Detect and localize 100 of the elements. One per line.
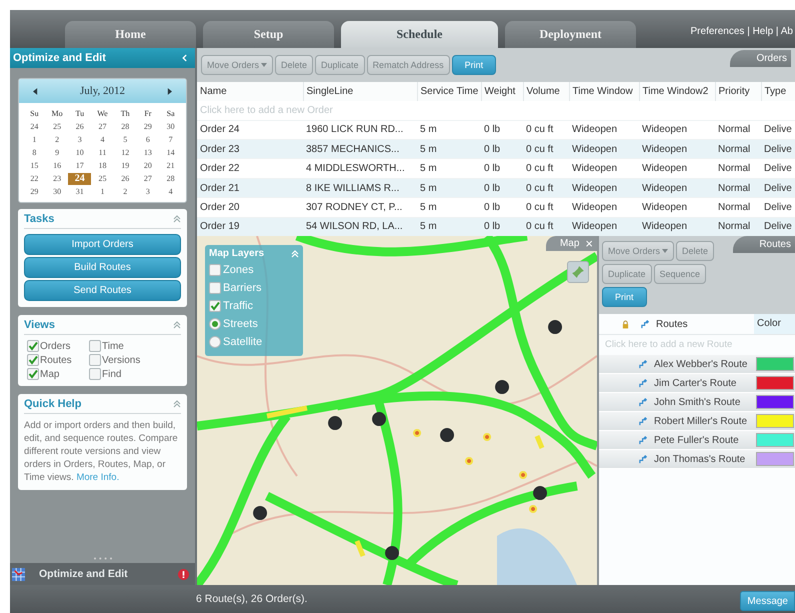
layer-radio[interactable] (209, 336, 221, 348)
view-checkbox[interactable] (89, 354, 101, 366)
route-color-swatch[interactable] (756, 395, 794, 409)
calendar-day[interactable]: 11 (91, 147, 114, 159)
layer-label: Streets (223, 318, 258, 330)
calendar-day[interactable]: 14 (159, 147, 182, 159)
column-header[interactable]: Time Window2 (639, 82, 715, 102)
calendar-day[interactable]: 3 (68, 134, 92, 146)
main-tab[interactable]: Setup (203, 21, 334, 48)
layer-checkbox[interactable] (209, 282, 221, 294)
table-cell: Wideopen (639, 217, 715, 236)
calendar-day[interactable]: 12 (114, 147, 137, 159)
table-cell: 0 cu ft (523, 178, 569, 198)
calendar-day[interactable]: 29 (136, 121, 160, 133)
route-color-swatch[interactable] (756, 376, 794, 390)
view-checkbox[interactable] (27, 340, 39, 352)
calendar-day[interactable]: 4 (159, 186, 182, 198)
grid-icon (12, 568, 25, 580)
calendar-day[interactable]: 13 (136, 147, 160, 159)
column-header[interactable]: Type (761, 82, 795, 102)
view-checkbox[interactable] (89, 368, 101, 380)
table-cell: 3857 MECHANICS... (303, 140, 417, 159)
calendar-day[interactable]: 28 (159, 173, 182, 185)
calendar-day[interactable]: 19 (114, 160, 137, 172)
pin-button[interactable] (567, 261, 589, 283)
calendar-day[interactable]: 28 (114, 121, 137, 133)
calendar-day[interactable]: 1 (91, 186, 114, 198)
table-cell: 0 lb (481, 140, 523, 159)
collapse-icon[interactable] (173, 215, 181, 223)
layer-radio[interactable] (209, 318, 221, 330)
previous-month-icon[interactable] (33, 88, 38, 94)
column-header[interactable]: Service Time (417, 82, 481, 102)
table-cell: Order 21 (197, 178, 303, 198)
calendar-day[interactable]: 2 (114, 186, 137, 198)
table-cell: Order 23 (197, 140, 303, 159)
workspace-bar[interactable]: Optimize and Edit (10, 563, 195, 585)
calendar-day[interactable]: 15 (23, 160, 46, 172)
header-links[interactable]: Preferences | Help | Ab (690, 26, 793, 37)
calendar-day[interactable]: 27 (136, 173, 160, 185)
main-tab[interactable]: Home (65, 21, 196, 48)
collapse-icon[interactable] (173, 400, 181, 408)
column-header[interactable]: SingleLine (303, 82, 417, 102)
calendar-day[interactable]: 23 (46, 173, 68, 185)
calendar-day[interactable]: 27 (91, 121, 114, 133)
calendar-day[interactable]: 5 (114, 134, 137, 146)
route-color-swatch[interactable] (756, 414, 794, 428)
route-icon (639, 436, 648, 444)
calendar-day[interactable]: 3 (136, 186, 160, 198)
table-cell: Normal (715, 217, 761, 236)
main-tab[interactable]: Schedule (341, 21, 498, 48)
calendar-day[interactable]: 29 (23, 186, 46, 198)
calendar-day[interactable]: 2 (46, 134, 68, 146)
route-color-swatch[interactable] (756, 452, 794, 466)
resize-grip-icon[interactable] (92, 557, 112, 560)
calendar-day[interactable]: 31 (68, 186, 92, 198)
calendar-day[interactable]: 25 (91, 173, 114, 185)
calendar-day[interactable]: 26 (114, 173, 137, 185)
route-color-swatch[interactable] (756, 357, 794, 371)
weekday-label: Su (29, 108, 40, 120)
calendar-day[interactable]: 24 (23, 121, 46, 133)
panel-tab[interactable]: Routes (733, 236, 795, 253)
calendar-day[interactable]: 8 (23, 147, 46, 159)
route-color-swatch[interactable] (756, 433, 794, 447)
calendar-day[interactable]: 21 (159, 160, 182, 172)
column-header[interactable]: Time Window (569, 82, 639, 102)
column-header[interactable]: Color (754, 314, 795, 334)
route-icon (639, 378, 648, 388)
column-header[interactable]: Routes (656, 318, 754, 330)
column-header[interactable]: Name (197, 82, 303, 102)
calendar-day[interactable]: 30 (46, 186, 68, 198)
view-checkbox[interactable] (27, 368, 39, 380)
calendar-day[interactable]: 9 (46, 147, 68, 159)
calendar-day[interactable]: 18 (91, 160, 114, 172)
calendar-day[interactable]: 10 (68, 147, 92, 159)
collapse-icon[interactable] (173, 321, 181, 329)
layer-label: Zones (223, 264, 254, 276)
calendar-day[interactable]: 7 (159, 134, 182, 146)
calendar-day[interactable]: 20 (136, 160, 160, 172)
calendar-day[interactable]: 16 (46, 160, 68, 172)
main-tab[interactable]: Deployment (505, 21, 636, 48)
layer-checkbox[interactable] (209, 264, 221, 276)
view-checkbox[interactable] (89, 340, 101, 352)
column-header[interactable]: Volume (523, 82, 569, 102)
calendar-day[interactable]: 17 (68, 160, 92, 172)
calendar-day[interactable]: 25 (46, 121, 68, 133)
column-header[interactable]: Priority (715, 82, 761, 102)
table-cell: 5 m (417, 178, 481, 198)
calendar-day[interactable]: 26 (68, 121, 92, 133)
view-checkbox[interactable] (27, 354, 39, 366)
calendar-day[interactable]: 6 (136, 134, 160, 146)
calendar-day[interactable]: 1 (23, 134, 46, 146)
panel-tab[interactable]: Orders (730, 50, 791, 67)
calendar-day[interactable]: 22 (23, 173, 46, 185)
calendar-day[interactable]: 24 (68, 173, 92, 185)
map-title: Map (560, 238, 580, 249)
next-month-icon[interactable] (167, 88, 172, 94)
calendar-day[interactable]: 30 (159, 121, 182, 133)
layer-checkbox[interactable] (209, 300, 221, 312)
calendar-day[interactable]: 4 (91, 134, 114, 146)
column-header[interactable]: Weight (481, 82, 523, 102)
